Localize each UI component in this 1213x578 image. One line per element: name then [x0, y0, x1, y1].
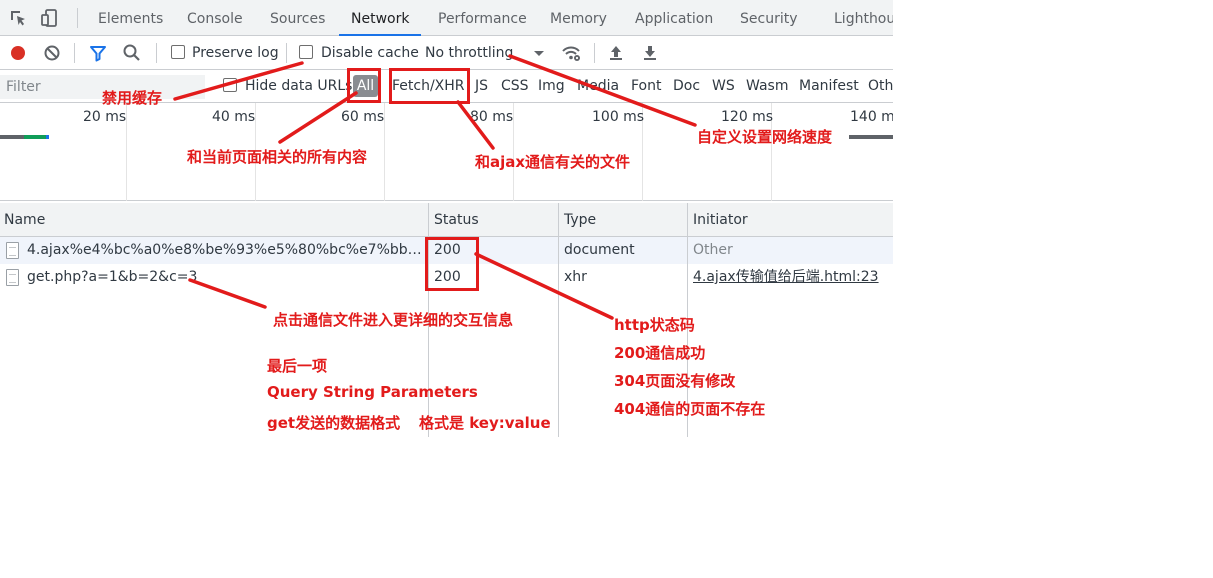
tab-memory[interactable]: Memory	[550, 0, 607, 36]
device-toolbar-icon[interactable]	[40, 8, 60, 28]
disable-cache-label: Disable cache	[321, 45, 419, 61]
timeline-bar-download	[24, 135, 46, 139]
filter-type-ws[interactable]: WS	[712, 70, 735, 103]
devtools-tab-bar: Elements Console Sources Network Perform…	[0, 0, 893, 36]
tab-application[interactable]: Application	[635, 0, 713, 36]
timeline-tick: 120 ms	[721, 109, 774, 125]
toolbar-divider	[156, 43, 157, 63]
timeline-tick: 20 ms	[83, 109, 127, 125]
timeline-tick: 60 ms	[341, 109, 385, 125]
timeline-tick: 100 ms	[592, 109, 645, 125]
column-name[interactable]: Name	[4, 203, 45, 237]
filter-type-css[interactable]: CSS	[501, 70, 529, 103]
column-initiator[interactable]: Initiator	[693, 203, 748, 237]
request-status: 200	[434, 269, 461, 285]
table-row[interactable]: get.php?a=1&b=2&c=3 200 xhr 4.ajax传输值给后端…	[0, 264, 893, 291]
table-row[interactable]: 4.ajax%e4%bc%a0%e8%be%93%e5%80%bc%e7%bb%…	[0, 237, 893, 264]
filter-type-js[interactable]: JS	[475, 70, 488, 103]
network-conditions-icon[interactable]	[561, 43, 581, 63]
tab-bar-divider	[77, 8, 78, 28]
timeline-tick: 140 ms	[850, 109, 893, 125]
tab-sources[interactable]: Sources	[270, 0, 325, 36]
timeline-tick: 40 ms	[212, 109, 256, 125]
hide-data-urls-checkbox[interactable]	[223, 78, 237, 92]
filter-type-font[interactable]: Font	[631, 70, 661, 103]
request-status: 200	[434, 242, 461, 258]
devtools-panel: Elements Console Sources Network Perform…	[0, 0, 893, 437]
filter-input[interactable]	[0, 75, 205, 99]
filter-type-doc[interactable]: Doc	[673, 70, 700, 103]
network-overview-timeline[interactable]: 20 ms 40 ms 60 ms 80 ms 100 ms 120 ms 14…	[0, 103, 893, 201]
column-type[interactable]: Type	[564, 203, 596, 237]
tab-security[interactable]: Security	[740, 0, 798, 36]
request-name[interactable]: get.php?a=1&b=2&c=3	[27, 264, 422, 291]
column-divider	[558, 203, 559, 437]
toolbar-divider	[74, 43, 75, 63]
search-icon[interactable]	[122, 43, 142, 63]
tab-lighthouse[interactable]: Lighthous	[834, 0, 893, 36]
column-status[interactable]: Status	[434, 203, 479, 237]
record-icon[interactable]	[8, 43, 28, 63]
document-icon	[6, 242, 19, 259]
tab-console[interactable]: Console	[187, 0, 243, 36]
request-initiator-link[interactable]: 4.ajax传输值给后端.html:23	[693, 264, 879, 291]
tab-network[interactable]: Network	[339, 0, 422, 36]
timeline-bar-xhr	[849, 135, 893, 139]
inspect-element-icon[interactable]	[8, 8, 28, 28]
filter-type-manifest[interactable]: Manifest	[799, 70, 859, 103]
filter-type-img[interactable]: Img	[538, 70, 565, 103]
column-divider	[687, 203, 688, 437]
timeline-tick: 80 ms	[470, 109, 514, 125]
request-type: document	[564, 242, 635, 258]
tab-elements[interactable]: Elements	[98, 0, 163, 36]
filter-type-fetch-xhr[interactable]: Fetch/XHR	[392, 70, 465, 103]
throttling-select[interactable]: No throttling	[425, 36, 513, 70]
hide-data-urls-label: Hide data URLs	[245, 78, 353, 94]
timeline-bar-end	[46, 135, 49, 139]
disable-cache-checkbox[interactable]	[299, 45, 313, 59]
tab-performance[interactable]: Performance	[438, 0, 527, 36]
timeline-bar-waiting	[0, 135, 24, 139]
filter-type-media[interactable]: Media	[577, 70, 619, 103]
preserve-log-checkbox[interactable]	[171, 45, 185, 59]
toolbar-divider	[286, 43, 287, 63]
filter-type-wasm[interactable]: Wasm	[746, 70, 788, 103]
column-divider	[428, 203, 429, 437]
clear-icon[interactable]	[42, 43, 62, 63]
dropdown-arrow-icon[interactable]	[529, 43, 549, 63]
filter-icon[interactable]	[88, 43, 108, 63]
filter-type-other[interactable]: Oth	[868, 70, 893, 103]
filter-type-all[interactable]: All	[353, 75, 378, 97]
preserve-log-label: Preserve log	[192, 45, 279, 61]
requests-table-header: Name Status Type Initiator	[0, 203, 893, 237]
request-name[interactable]: 4.ajax%e4%bc%a0%e8%be%93%e5%80%bc%e7%bb%…	[27, 237, 422, 264]
document-icon	[6, 269, 19, 286]
export-har-icon[interactable]	[640, 43, 660, 63]
toolbar-divider	[594, 43, 595, 63]
import-har-icon[interactable]	[606, 43, 626, 63]
filter-bar: Hide data URLs All Fetch/XHR JS CSS Img …	[0, 70, 893, 103]
request-initiator: Other	[693, 242, 733, 258]
network-toolbar: Preserve log Disable cache No throttling	[0, 36, 893, 70]
request-type: xhr	[564, 269, 587, 285]
